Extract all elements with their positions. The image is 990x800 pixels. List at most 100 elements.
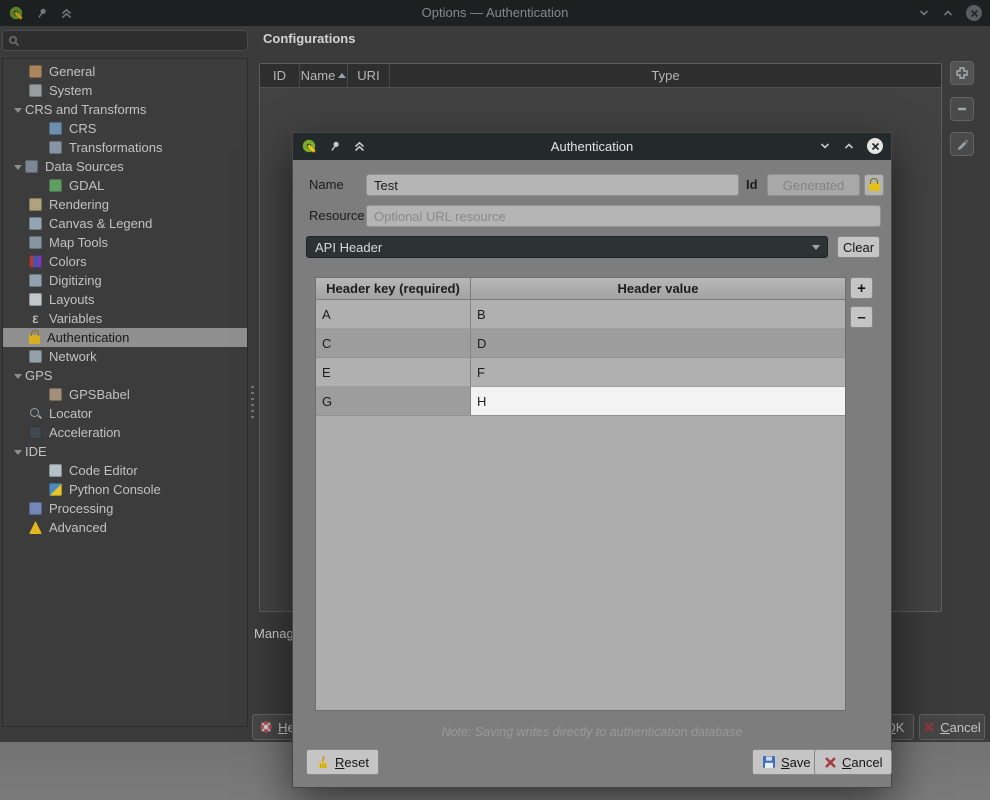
chevron-expanded-icon[interactable] (11, 445, 25, 459)
header-key-cell[interactable]: A (316, 300, 471, 329)
sidebar-item-variables[interactable]: εVariables (3, 309, 247, 328)
sidebar-item-network[interactable]: Network (3, 347, 247, 366)
remove-config-button[interactable] (950, 97, 974, 121)
configurations-table-header[interactable]: ID Name URI Type (260, 64, 941, 88)
epsilon-icon: ε (29, 312, 42, 325)
dialog-cancel-button[interactable]: Cancel (814, 749, 892, 775)
header-key-cell[interactable]: G (316, 387, 471, 416)
close-icon[interactable] (966, 5, 982, 21)
options-titlebar[interactable]: Options — Authentication (0, 0, 990, 26)
options-tree[interactable]: GeneralSystem CRS and Transforms CRSTransf… (2, 58, 248, 727)
sidebar-item-label: GPS (25, 368, 52, 383)
chevron-expanded-icon[interactable] (11, 160, 25, 174)
sidebar-item-label: Code Editor (69, 463, 138, 478)
sidebar-item-label: Rendering (49, 197, 109, 212)
chevron-expanded-icon[interactable] (11, 369, 25, 383)
column-header-uri[interactable]: URI (348, 64, 390, 87)
auth-method-value: API Header (315, 240, 382, 255)
add-header-button[interactable]: + (850, 277, 873, 299)
dialog-title: Authentication (293, 133, 891, 160)
double-chevron-up-icon[interactable] (60, 7, 73, 20)
table-icon (25, 160, 38, 173)
clear-button[interactable]: Clear (837, 236, 880, 258)
search-input[interactable] (25, 33, 242, 49)
sidebar-item-processing[interactable]: Processing (3, 499, 247, 518)
chevron-down-icon[interactable] (918, 7, 930, 19)
header-value-cell[interactable]: F (471, 358, 845, 387)
sidebar-search[interactable] (2, 30, 248, 51)
save-button[interactable]: Save (752, 749, 821, 775)
sidebar-item-label: GPSBabel (69, 387, 130, 402)
sidebar-item-authentication[interactable]: Authentication (3, 328, 247, 347)
column-header-key[interactable]: Header key (required) (316, 278, 471, 299)
resource-field[interactable] (366, 205, 881, 227)
pin-icon[interactable] (34, 5, 51, 22)
sidebar-item-gps[interactable]: GPS (3, 366, 247, 385)
save-note: Note: Saving writes directly to authenti… (293, 725, 891, 739)
sidebar-item-layouts[interactable]: Layouts (3, 290, 247, 309)
column-header-value[interactable]: Header value (471, 278, 845, 299)
chevron-down-icon[interactable] (819, 140, 831, 152)
sidebar-item-ide[interactable]: IDE (3, 442, 247, 461)
sidebar-item-map-tools[interactable]: Map Tools (3, 233, 247, 252)
header-table-body[interactable]: ABCDEFGH (316, 300, 845, 416)
dialog-titlebar[interactable]: Authentication (293, 133, 891, 160)
sidebar-item-crs[interactable]: CRS (3, 119, 247, 138)
header-key-cell[interactable]: C (316, 329, 471, 358)
header-value-cell[interactable]: D (471, 329, 845, 358)
edit-config-button[interactable] (950, 132, 974, 156)
id-field (767, 174, 860, 196)
qgis-logo-icon (301, 138, 317, 154)
sidebar-item-python-console[interactable]: Python Console (3, 480, 247, 499)
sidebar-item-code-editor[interactable]: Code Editor (3, 461, 247, 480)
sidebar-item-colors[interactable]: Colors (3, 252, 247, 271)
sidebar-item-label: Layouts (49, 292, 95, 307)
add-config-button[interactable] (950, 61, 974, 85)
id-lock-button[interactable] (864, 174, 884, 196)
sidebar-item-canvas-legend[interactable]: Canvas & Legend (3, 214, 247, 233)
sidebar-item-gpsbabel[interactable]: GPSBabel (3, 385, 247, 404)
close-icon[interactable] (867, 138, 883, 154)
sidebar-item-label: CRS and Transforms (25, 102, 146, 117)
sidebar-item-crs-and-transforms[interactable]: CRS and Transforms (3, 100, 247, 119)
column-header-type[interactable]: Type (390, 64, 941, 87)
save-button-label: Save (781, 755, 811, 770)
chevron-expanded-icon[interactable] (11, 103, 25, 117)
sidebar-item-label: GDAL (69, 178, 104, 193)
sidebar-item-label: IDE (25, 444, 47, 459)
column-header-id[interactable]: ID (260, 64, 300, 87)
sidebar-item-transformations[interactable]: Transformations (3, 138, 247, 157)
header-value-cell[interactable]: H (471, 387, 845, 416)
sidebar-item-data-sources[interactable]: Data Sources (3, 157, 247, 176)
remove-header-button[interactable]: – (850, 306, 873, 328)
chevron-up-icon[interactable] (843, 140, 855, 152)
sidebar-item-system[interactable]: System (3, 81, 247, 100)
reset-button[interactable]: Reset (306, 749, 379, 775)
sidebar-item-rendering[interactable]: Rendering (3, 195, 247, 214)
pin-icon[interactable] (327, 138, 344, 155)
sidebar-item-advanced[interactable]: Advanced (3, 518, 247, 537)
sidebar-item-locator[interactable]: Locator (3, 404, 247, 423)
double-chevron-up-icon[interactable] (353, 140, 366, 153)
chevron-up-icon[interactable] (942, 7, 954, 19)
sidebar-item-general[interactable]: General (3, 62, 247, 81)
column-header-name[interactable]: Name (300, 64, 348, 87)
header-table[interactable]: Header key (required) Header value ABCDE… (315, 277, 846, 711)
sidebar-item-acceleration[interactable]: Acceleration (3, 423, 247, 442)
clear-button-label: Clear (843, 240, 874, 255)
canvas-icon (29, 217, 42, 230)
name-field[interactable] (366, 174, 739, 196)
help-icon (259, 720, 273, 734)
sidebar-item-gdal[interactable]: GDAL (3, 176, 247, 195)
auth-method-select[interactable]: API Header (306, 236, 828, 258)
header-value-cell[interactable]: B (471, 300, 845, 329)
header-key-cell[interactable]: E (316, 358, 471, 387)
cancel-button-label: Cancel (940, 720, 980, 735)
splitter-handle[interactable] (251, 386, 254, 420)
save-floppy-icon (762, 755, 776, 769)
header-row: GH (316, 387, 845, 416)
header-row: AB (316, 300, 845, 329)
cancel-button[interactable]: Cancel (919, 714, 985, 740)
chip-icon (29, 426, 42, 439)
sidebar-item-digitizing[interactable]: Digitizing (3, 271, 247, 290)
